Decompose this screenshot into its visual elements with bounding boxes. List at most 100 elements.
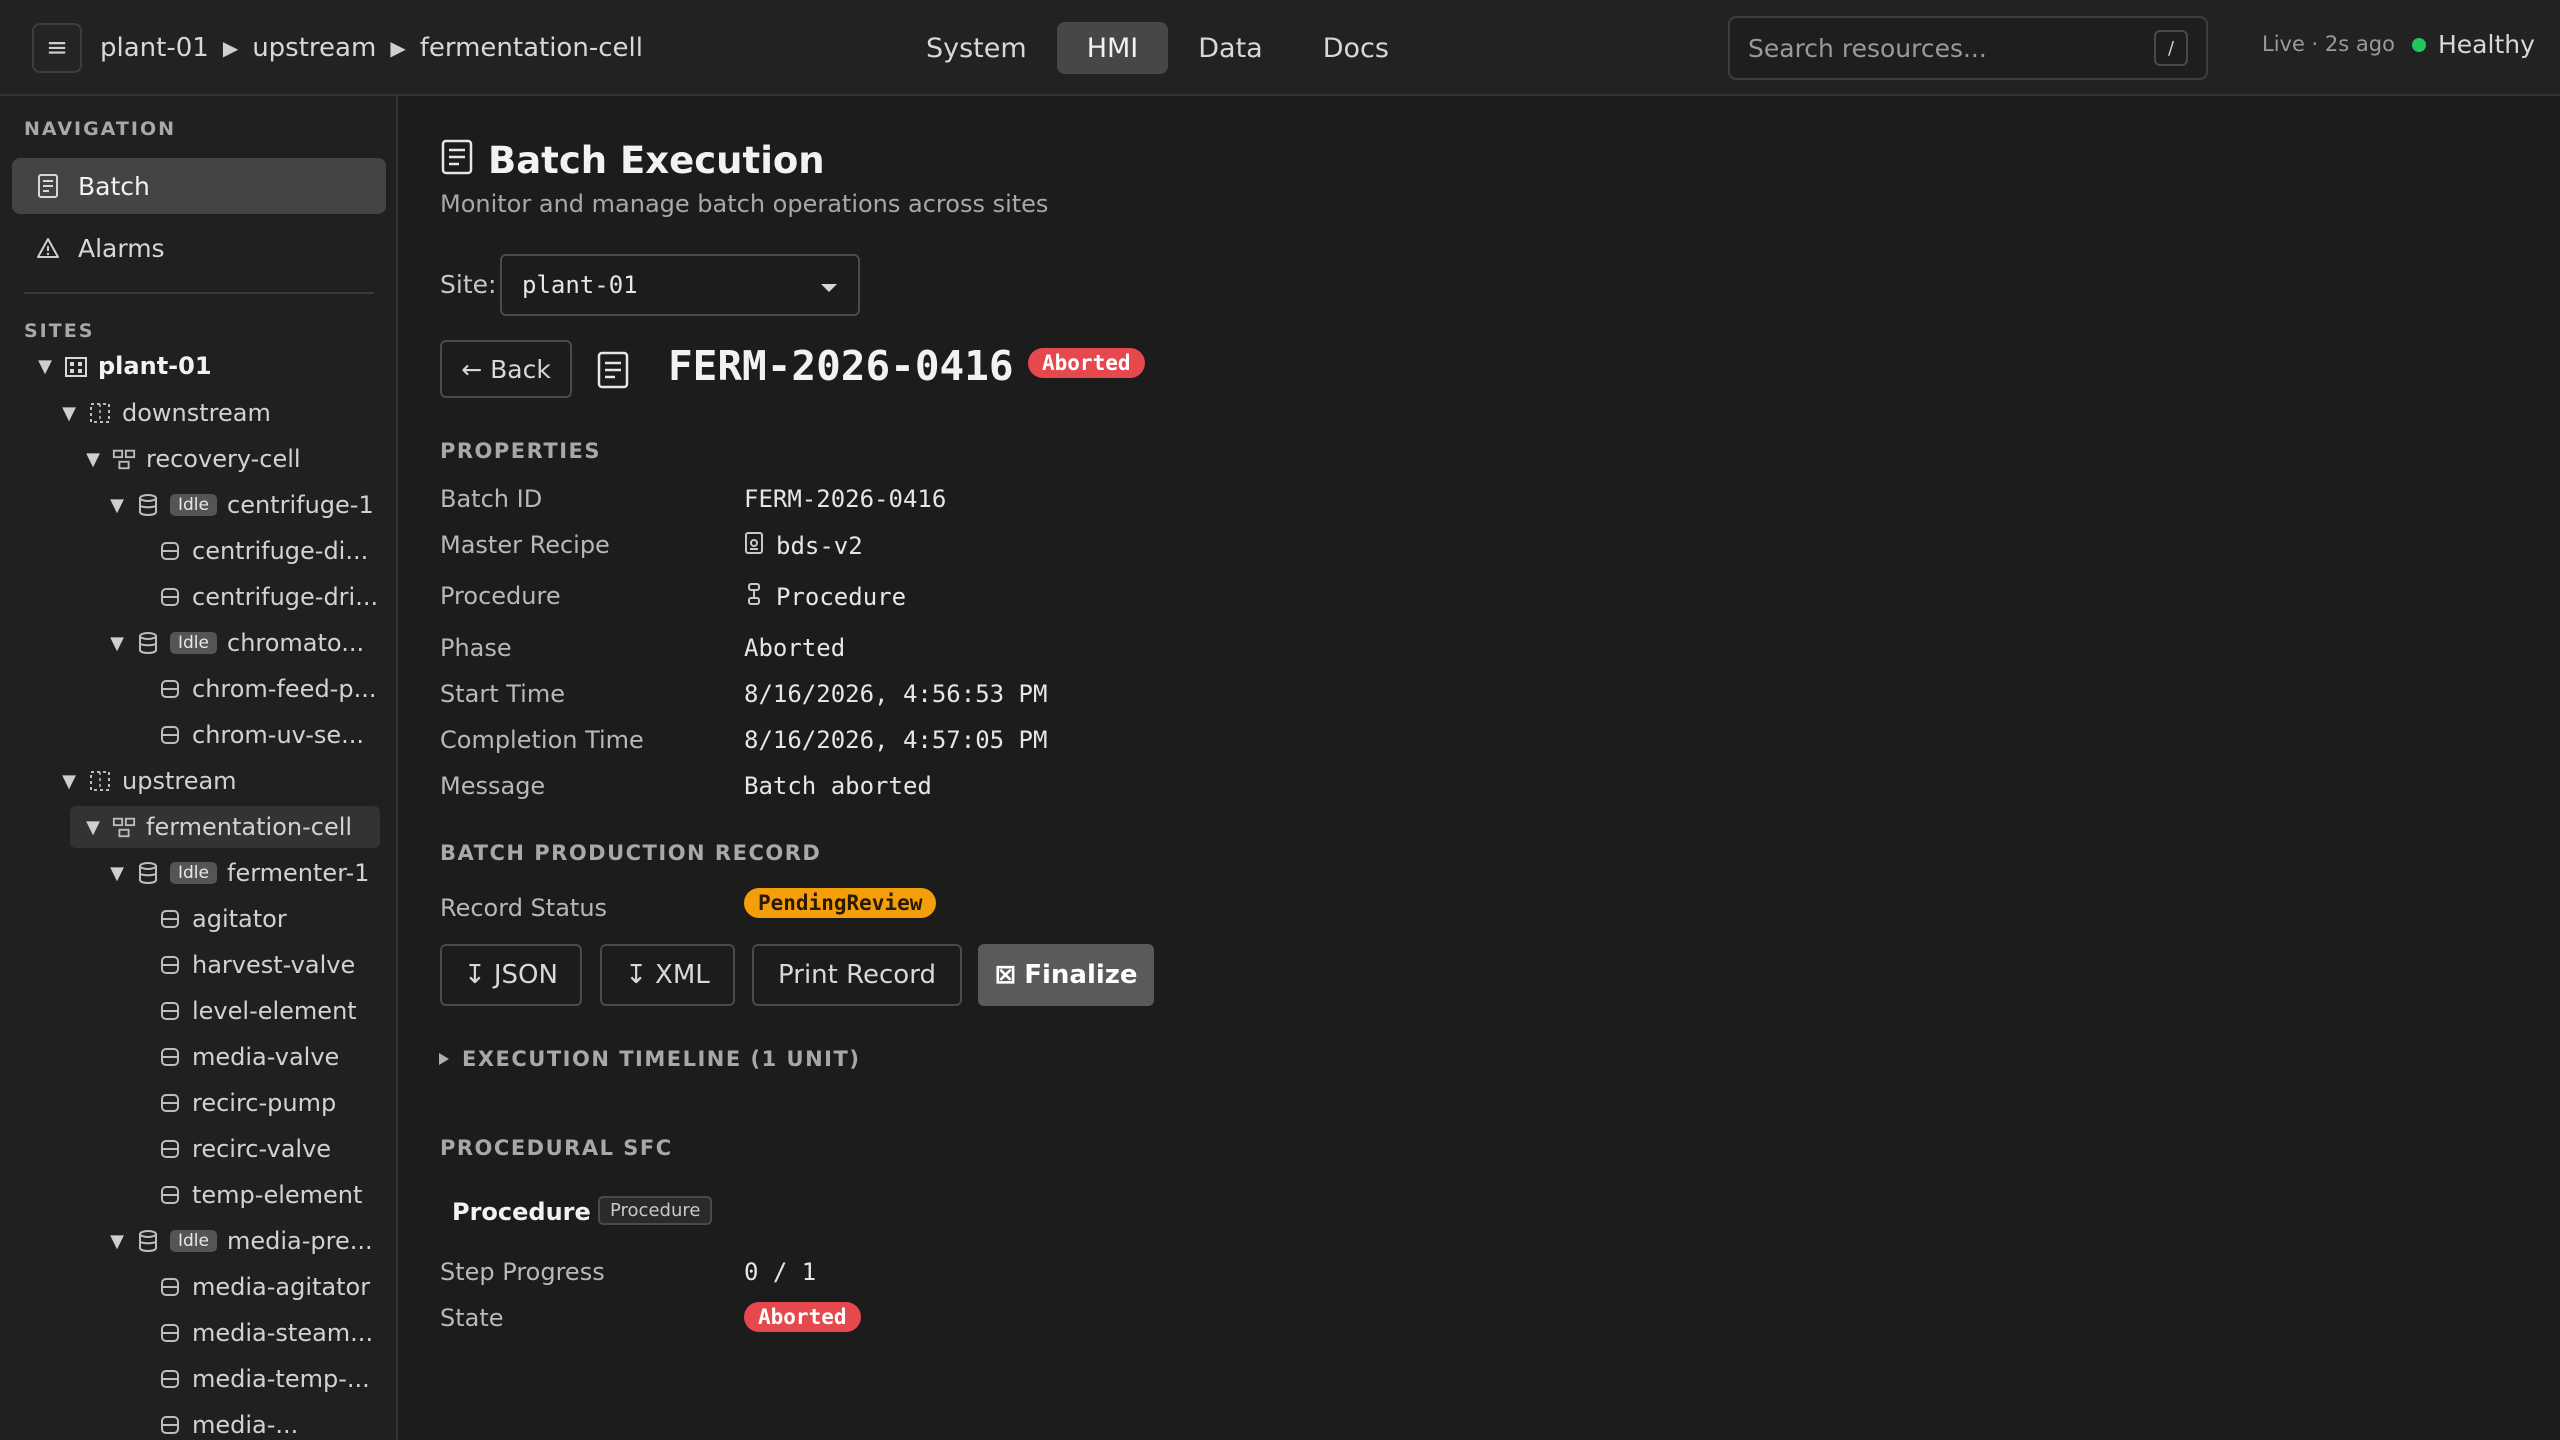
tree-node-cell[interactable]: ▼ fermentation-cell (70, 806, 380, 848)
tree-node-module[interactable]: level-element (158, 990, 357, 1032)
step-progress-label: Step Progress (440, 1258, 605, 1286)
document-icon (596, 350, 630, 396)
back-button[interactable]: ← Back (440, 340, 572, 398)
caret-down-icon[interactable]: ▼ (60, 771, 78, 792)
tab-docs[interactable]: Docs (1293, 22, 1419, 74)
tree-node-label: media-steam... (192, 1319, 374, 1347)
tree-node-unit[interactable]: ▼ Idle media-pre... (108, 1220, 373, 1262)
module-icon (158, 1321, 182, 1345)
tree-node-label: media-temp-... (192, 1365, 370, 1393)
procedure-icon (744, 582, 764, 612)
caret-down-icon[interactable]: ▼ (108, 633, 126, 654)
sfc-state-value: Aborted (744, 1302, 861, 1332)
finalize-button[interactable]: ⊠ Finalize (978, 944, 1154, 1006)
sfc-heading: PROCEDURAL SFC (440, 1136, 673, 1160)
sidebar-item-alarms[interactable]: Alarms (12, 220, 386, 276)
sidebar-item-label: Batch (78, 171, 150, 201)
breadcrumb-separator-icon: ▶ (222, 36, 239, 60)
tree-node-cell[interactable]: ▼ recovery-cell (84, 438, 300, 480)
tree-node-unit[interactable]: ▼ Idle chromato... (108, 622, 364, 664)
tree-node-module[interactable]: media-... (158, 1404, 298, 1440)
record-status-badge: PendingReview (744, 888, 937, 918)
caret-down-icon[interactable]: ▼ (108, 863, 126, 884)
unit-icon (136, 861, 160, 885)
tree-node-area[interactable]: ▼ downstream (60, 392, 271, 434)
search-input[interactable] (1748, 33, 2154, 63)
tree-node-label: fermenter-1 (227, 859, 370, 887)
tree-node-unit[interactable]: ▼ Idle centrifuge-1 (108, 484, 374, 526)
module-icon (158, 1091, 182, 1115)
tree-node-site[interactable]: ▼ plant-01 (36, 345, 211, 387)
print-record-button[interactable]: Print Record (752, 944, 962, 1006)
cell-icon (112, 815, 136, 839)
tree-node-module[interactable]: temp-element (158, 1174, 362, 1216)
procedure-link: Procedure (776, 583, 907, 611)
unit-state-badge: Idle (170, 1230, 217, 1252)
tree-node-module[interactable]: media-steam... (158, 1312, 373, 1354)
prop-value-batch-id: FERM-2026-0416 (744, 485, 947, 513)
tree-node-module[interactable]: media-temp-... (158, 1358, 370, 1400)
caret-down-icon[interactable]: ▼ (36, 356, 54, 377)
site-select[interactable]: plant-01 (500, 254, 860, 316)
prop-value-master-recipe[interactable]: bds-v2 (744, 531, 863, 561)
tab-data[interactable]: Data (1168, 22, 1292, 74)
caret-down-icon[interactable]: ▼ (84, 817, 102, 838)
export-json-button[interactable]: ↧ JSON (440, 944, 582, 1006)
batch-status-badge: Aborted (1028, 348, 1145, 378)
breadcrumb-item-area[interactable]: upstream (252, 33, 376, 63)
sfc-procedure-tag: Procedure (598, 1196, 713, 1225)
tree-node-module[interactable]: centrifuge-dri... (158, 576, 378, 618)
tree-node-label: recirc-valve (192, 1135, 332, 1163)
tree-node-module[interactable]: centrifuge-di... (158, 530, 368, 572)
caret-down-icon[interactable]: ▼ (108, 1231, 126, 1252)
export-xml-button[interactable]: ↧ XML (600, 944, 735, 1006)
tree-node-module[interactable]: recirc-pump (158, 1082, 336, 1124)
module-icon (158, 953, 182, 977)
caret-down-icon[interactable]: ▼ (84, 449, 102, 470)
document-icon (36, 174, 60, 198)
prop-value-start-time: 8/16/2026, 4:56:53 PM (744, 680, 1048, 708)
caret-right-icon (438, 1047, 450, 1071)
tree-node-unit[interactable]: ▼ Idle fermenter-1 (108, 852, 369, 894)
hamburger-icon: ≡ (46, 33, 68, 63)
tree-node-module[interactable]: harvest-valve (158, 944, 355, 986)
menu-button[interactable]: ≡ (32, 23, 82, 73)
tree-node-label: centrifuge-di... (192, 537, 369, 565)
tree-node-module[interactable]: recirc-valve (158, 1128, 331, 1170)
warning-icon (36, 236, 60, 260)
tree-node-area[interactable]: ▼ upstream (60, 760, 236, 802)
tab-hmi[interactable]: HMI (1056, 22, 1169, 74)
record-status-label: Record Status (440, 894, 608, 922)
caret-down-icon[interactable]: ▼ (60, 403, 78, 424)
recipe-icon (744, 531, 764, 561)
unit-icon (136, 493, 160, 517)
site-select-value: plant-01 (522, 271, 638, 299)
breadcrumb-item-cell[interactable]: fermentation-cell (420, 33, 643, 63)
module-icon (158, 999, 182, 1023)
finalize-icon: ⊠ (994, 960, 1017, 990)
sidebar-item-batch[interactable]: Batch (12, 158, 386, 214)
tab-system[interactable]: System (896, 22, 1057, 74)
prop-value-procedure[interactable]: Procedure (744, 582, 906, 612)
caret-down-icon[interactable]: ▼ (108, 495, 126, 516)
module-icon (158, 677, 182, 701)
tree-node-module[interactable]: media-agitator (158, 1266, 370, 1308)
prop-label-message: Message (440, 772, 546, 800)
record-status-value: PendingReview (744, 888, 937, 918)
search-box: / (1728, 16, 2208, 80)
breadcrumb-separator-icon: ▶ (390, 36, 406, 60)
tree-node-module[interactable]: media-valve (158, 1036, 339, 1078)
tree-node-module[interactable]: chrom-uv-se... (158, 714, 364, 756)
breadcrumb-item-site[interactable]: plant-01 (100, 33, 209, 63)
site-icon (64, 354, 88, 378)
prop-label-completion-time: Completion Time (440, 726, 644, 754)
tree-node-module[interactable]: chrom-feed-p... (158, 668, 376, 710)
tree-node-label: chromato... (227, 629, 365, 657)
execution-timeline-toggle[interactable]: EXECUTION TIMELINE (1 UNIT) (438, 1047, 860, 1071)
tree-node-label: media-agitator (192, 1273, 371, 1301)
sfc-state-label: State (440, 1304, 504, 1332)
sidebar-item-label: Alarms (78, 233, 165, 263)
tree-node-module[interactable]: agitator (158, 898, 287, 940)
export-xml-label: XML (655, 960, 710, 990)
export-json-label: JSON (493, 960, 558, 990)
